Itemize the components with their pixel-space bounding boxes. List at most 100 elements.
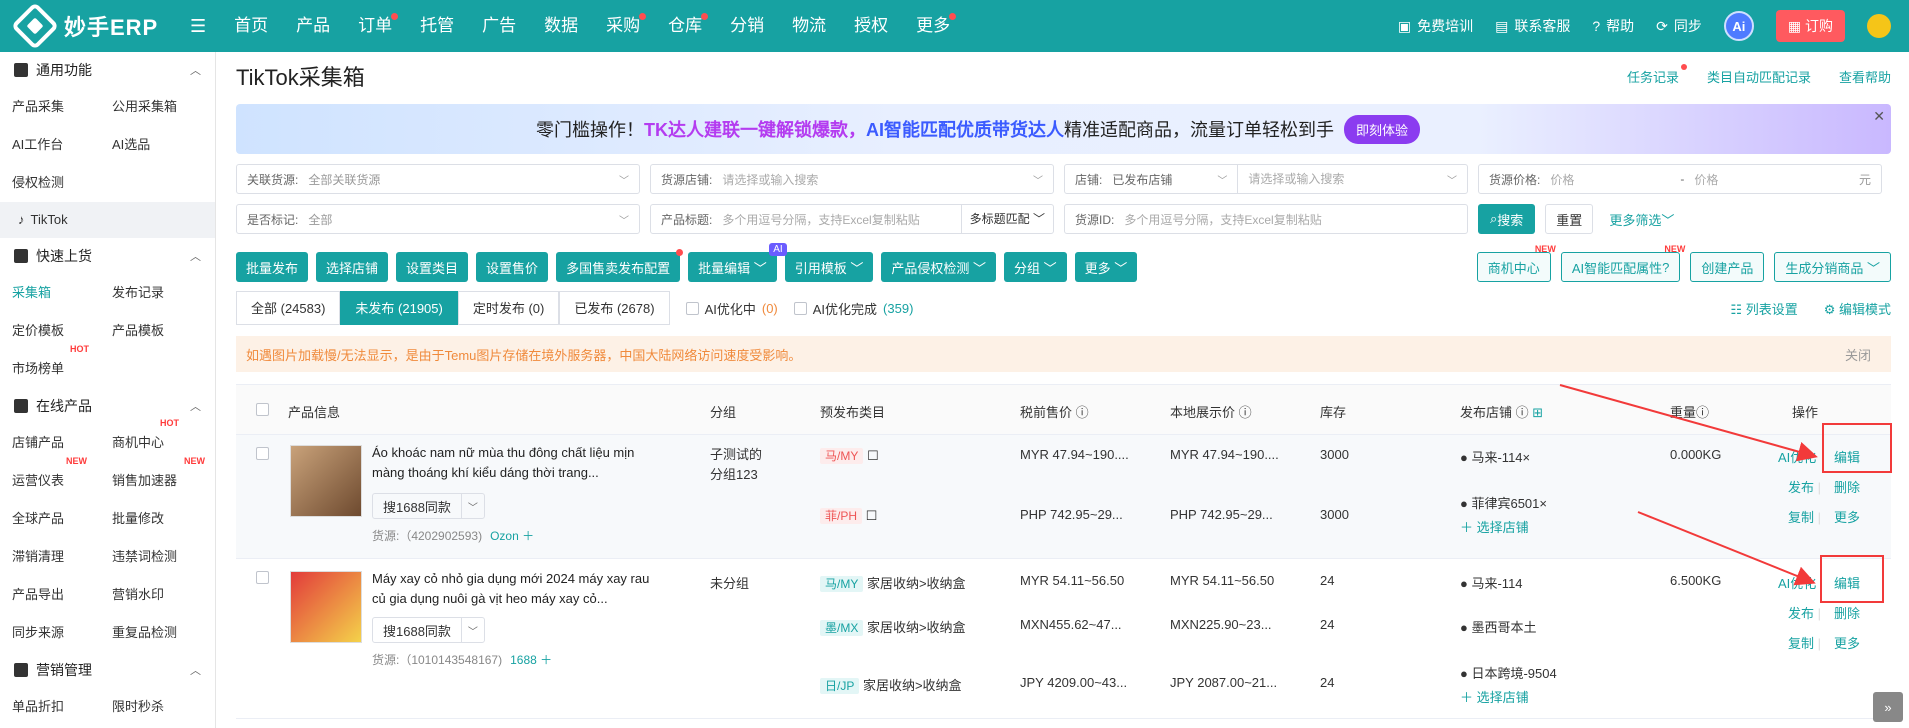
title-search-input[interactable]: 产品标题: 多个用逗号分隔，支持Excel复制粘贴 多标题匹配 ﹀ — [650, 204, 1054, 234]
edit-mode-link[interactable]: ⚙ 编辑模式 — [1824, 299, 1891, 318]
select-shop-button[interactable]: 选择店铺 — [316, 252, 389, 282]
search-button[interactable]: ⌕ 搜索 — [1478, 204, 1536, 234]
ai-optimize-button[interactable]: AI优化 — [1778, 447, 1816, 466]
nav-orders[interactable]: 订单 — [344, 0, 406, 52]
ai-optimized-checkbox[interactable]: AI优化完成 (359) — [793, 299, 913, 318]
sidebar-item-duplicate-check[interactable]: 重复品检测 — [112, 614, 212, 652]
task-record-link[interactable]: 任务记录 — [1627, 63, 1687, 86]
nav-home[interactable]: 首页 — [220, 0, 282, 52]
nav-more[interactable]: 更多 — [902, 0, 964, 52]
shop-filter[interactable]: 店铺: 已发布店铺 ﹀ 请选择或输入搜索 ﹀ — [1064, 164, 1468, 194]
infringement-check-button[interactable]: 产品侵权检测 ﹀ — [881, 252, 996, 282]
nav-products[interactable]: 产品 — [282, 0, 344, 52]
source-shop-select[interactable]: 货源店铺: 请选择或输入搜索 ﹀ — [650, 164, 1054, 194]
sidebar-item-market-rank[interactable]: 市场榜单 HOT — [12, 344, 112, 388]
promo-banner[interactable]: 零门槛操作！ TK达人建联一键解锁爆款， AI智能匹配优质带货达人 精准适配商品… — [236, 104, 1891, 154]
close-icon[interactable]: ✕ — [1873, 108, 1885, 125]
batch-edit-button[interactable]: 批量编辑 ﹀ AI — [688, 243, 787, 282]
more-actions-button[interactable]: 更多 ﹀ — [1074, 252, 1138, 282]
sidebar-item-collect-box[interactable]: 采集箱 — [12, 274, 112, 312]
brand-logo[interactable]: 妙手ERP — [0, 1, 190, 51]
nav-warehouse[interactable]: 仓库 — [654, 0, 716, 52]
remove-icon[interactable]: × — [1539, 496, 1547, 511]
select-all-checkbox[interactable] — [256, 403, 269, 416]
ai-match-attributes-button[interactable]: AI智能匹配属性? NEW — [1560, 244, 1685, 282]
sidebar-section-online-products[interactable]: 在线产品 ︿ — [0, 388, 215, 424]
delete-button[interactable]: 删除 — [1834, 603, 1860, 622]
row-checkbox[interactable] — [256, 447, 269, 460]
sidebar-item-ai-workbench[interactable]: AI工作台 — [12, 126, 112, 164]
tab-unpublished[interactable]: 未发布 (21905) — [340, 291, 458, 325]
price-range-input[interactable]: 货源价格: 价格 - 价格元 — [1478, 164, 1882, 194]
more-button[interactable]: 更多 — [1834, 507, 1860, 526]
category-match-record-link[interactable]: 类目自动匹配记录 — [1707, 67, 1811, 86]
search-1688-select[interactable]: 搜1688同款 ﹀ — [372, 617, 485, 643]
nav-logistics[interactable]: 物流 — [778, 0, 840, 52]
sidebar-item-public-box[interactable]: 公用采集箱 — [112, 88, 212, 126]
tab-all[interactable]: 全部 (24583) — [236, 291, 341, 325]
sidebar-item-flash-sale[interactable]: 限时秒杀 — [112, 688, 212, 726]
set-price-button[interactable]: 设置售价 — [476, 252, 549, 282]
sidebar-item-unsold-clean[interactable]: 滞销清理 — [12, 538, 112, 576]
view-help-link[interactable]: 查看帮助 — [1839, 67, 1891, 86]
edit-icon[interactable]: ☐ — [866, 508, 878, 523]
sidebar-item-global-products[interactable]: 全球产品 — [12, 500, 112, 538]
sidebar-item-shop-products[interactable]: 店铺产品 — [12, 424, 112, 462]
search-1688-select[interactable]: 搜1688同款 ﹀ — [372, 493, 485, 519]
more-button[interactable]: 更多 — [1834, 633, 1860, 652]
product-thumbnail[interactable] — [290, 571, 362, 643]
platform-tiktok[interactable]: ♪ TikTok — [0, 202, 215, 238]
nav-purchase[interactable]: 采购 — [592, 0, 654, 52]
reset-button[interactable]: 重置 — [1545, 204, 1594, 234]
contact-support-link[interactable]: ▤ 联系客服 — [1495, 16, 1570, 36]
order-button[interactable]: ▦ 订购 — [1775, 10, 1845, 42]
ai-optimize-button[interactable]: AI优化 — [1778, 573, 1816, 592]
select-shop-link[interactable]: ＋ 选择店铺 — [1460, 687, 1529, 706]
product-name[interactable]: Máy xay cỏ nhỏ gia dụng mới 2024 máy xay… — [372, 569, 662, 609]
nav-distribution[interactable]: 分销 — [716, 0, 778, 52]
sidebar-item-discount[interactable]: 单品折扣 — [12, 688, 112, 726]
sidebar-section-marketing[interactable]: 营销管理 ︿ — [0, 652, 215, 688]
ai-assistant-button[interactable]: Ai — [1723, 11, 1754, 41]
group-button[interactable]: 分组 ﹀ — [1004, 252, 1067, 282]
delete-button[interactable]: 删除 — [1834, 477, 1860, 496]
menu-toggle-icon[interactable]: ☰ — [190, 16, 206, 37]
publish-button[interactable]: 发布 | — [1788, 477, 1821, 496]
opportunity-center-button[interactable]: 商机中心 NEW — [1476, 244, 1556, 282]
collapse-panel-icon[interactable]: » — [1873, 692, 1903, 722]
generate-distribution-button[interactable]: 生成分销商品 ﹀ — [1774, 252, 1891, 282]
create-product-button[interactable]: 创建产品 — [1690, 252, 1765, 282]
source-id-input[interactable]: 货源ID: 多个用逗号分隔，支持Excel复制粘贴 — [1064, 204, 1468, 234]
apply-template-button[interactable]: 引用模板 ﹀ — [784, 252, 874, 282]
sidebar-item-dashboard[interactable]: 运营仪表 NEW — [12, 456, 112, 500]
mark-select[interactable]: 是否标记: 全部 ﹀ — [236, 204, 640, 234]
sidebar-section-general[interactable]: 通用功能 ︿ — [0, 52, 215, 88]
add-shop-icon[interactable]: ⊞ — [1532, 405, 1543, 420]
nav-auth[interactable]: 授权 — [840, 0, 902, 52]
free-training-link[interactable]: ▣ 免费培训 — [1398, 16, 1473, 36]
nav-hosting[interactable]: 托管 — [406, 0, 468, 52]
source-link[interactable]: 1688 ＋ — [510, 653, 552, 667]
more-filters-link[interactable]: 更多筛选 ﹀ — [1609, 204, 1674, 234]
tab-scheduled[interactable]: 定时发布 (0) — [457, 291, 560, 325]
sidebar-item-publish-record[interactable]: 发布记录 — [112, 274, 212, 312]
set-category-button[interactable]: 设置类目 — [396, 252, 469, 282]
sidebar-item-pricing-template[interactable]: 定价模板 — [12, 312, 112, 350]
row-checkbox[interactable] — [256, 571, 269, 584]
title-match-mode-select[interactable]: 多标题匹配 ﹀ — [960, 205, 1053, 233]
sidebar-item-batch-edit[interactable]: 批量修改 — [112, 500, 212, 538]
copy-button[interactable]: 复制 | — [1788, 507, 1821, 526]
sidebar-item-sales-boost[interactable]: 销售加速器 NEW — [112, 456, 212, 500]
sidebar-item-banned-words[interactable]: 违禁词检测 — [112, 538, 212, 576]
sidebar-item-ai-select[interactable]: AI选品 — [112, 126, 212, 164]
remove-icon[interactable]: × — [1523, 450, 1531, 465]
product-thumbnail[interactable] — [290, 445, 362, 517]
avatar[interactable] — [1867, 14, 1891, 38]
sidebar-item-sync-source[interactable]: 同步来源 — [12, 614, 112, 652]
tab-published[interactable]: 已发布 (2678) — [559, 291, 670, 325]
sidebar-item-product-template[interactable]: 产品模板 — [112, 312, 212, 350]
edit-icon[interactable]: ☐ — [867, 448, 879, 463]
nav-ads[interactable]: 广告 — [468, 0, 530, 52]
sync-link[interactable]: ⟳ 同步 — [1656, 16, 1702, 36]
sidebar-section-quick-upload[interactable]: 快速上货 ︿ — [0, 238, 215, 274]
